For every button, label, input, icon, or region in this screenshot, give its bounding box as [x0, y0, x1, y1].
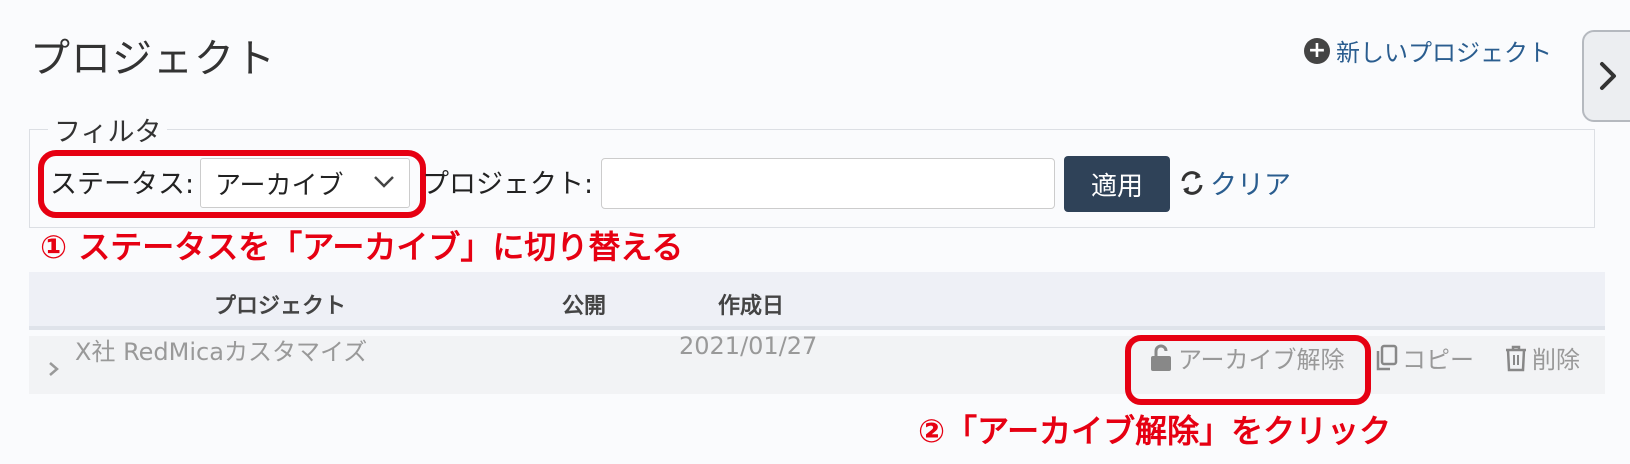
refresh-icon: [1181, 170, 1203, 195]
status-highlight-frame: [38, 150, 426, 218]
new-project-link[interactable]: + 新しいプロジェクト: [1304, 33, 1552, 68]
clear-label: クリア: [1210, 170, 1291, 201]
page-title: プロジェクト: [30, 36, 276, 82]
unarchive-highlight-frame: [1125, 335, 1371, 405]
delete-label: 削除: [1532, 346, 1580, 374]
copy-label: コピー: [1402, 346, 1474, 374]
delete-link[interactable]: 削除: [1504, 340, 1580, 375]
project-name-link[interactable]: X社 RedMicaカスタマイズ: [75, 332, 367, 367]
column-header-public: 公開: [562, 294, 607, 319]
chevron-right-icon: [1600, 62, 1616, 90]
step2-annotation: ②「アーカイブ解除」をクリック: [918, 412, 1392, 450]
trash-icon: [1506, 345, 1526, 371]
column-header-created: 作成日: [718, 294, 785, 319]
sidebar-toggle-button[interactable]: [1582, 30, 1630, 122]
clear-link[interactable]: クリア: [1178, 163, 1291, 202]
column-header-project: プロジェクト: [214, 294, 347, 319]
expand-chevron-icon[interactable]: [47, 360, 61, 378]
table-header: プロジェクト 公開 作成日: [29, 272, 1605, 330]
copy-link[interactable]: コピー: [1374, 340, 1474, 375]
project-filter-label: プロジェクト:: [422, 169, 594, 200]
apply-button[interactable]: 適用: [1064, 156, 1170, 212]
project-filter-input[interactable]: [601, 158, 1055, 209]
filter-legend: フィルタ: [54, 117, 162, 148]
step1-annotation: ① ステータスを「アーカイブ」に切り替える: [40, 228, 684, 266]
copy-icon: [1376, 344, 1398, 370]
created-date: 2021/01/27: [679, 332, 818, 360]
new-project-label: 新しいプロジェクト: [1336, 39, 1552, 67]
plus-circle-icon: +: [1304, 37, 1330, 64]
